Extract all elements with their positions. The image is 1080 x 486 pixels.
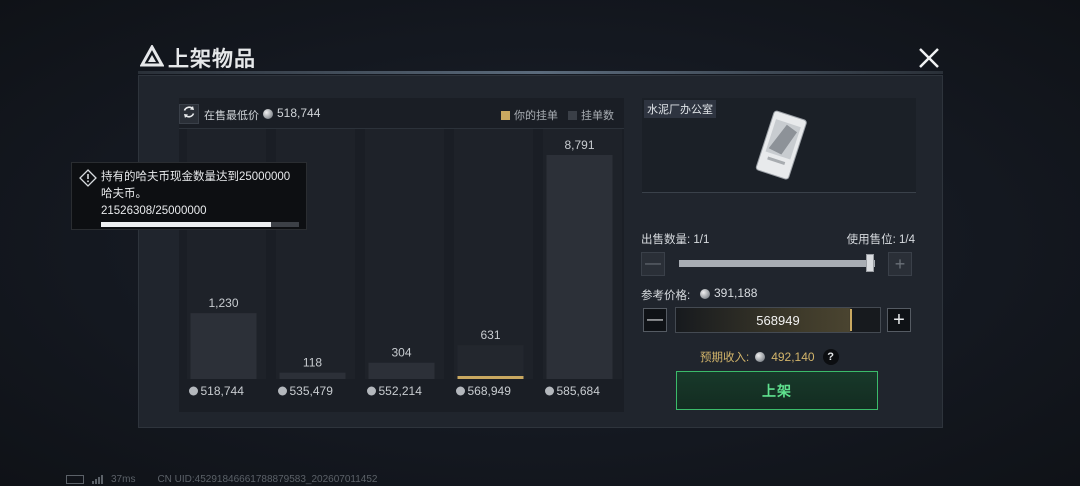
tooltip-progress-text: 21526308/25000000 xyxy=(101,205,207,217)
warning-diamond-icon xyxy=(79,169,97,192)
quantity-slider-track[interactable] xyxy=(679,260,875,267)
quantity-minus-button[interactable]: — xyxy=(641,252,665,276)
achievement-tooltip: 持有的哈夫币现金数量达到25000000 哈夫币。 21526308/25000… xyxy=(71,162,307,230)
plus-icon: + xyxy=(894,253,906,274)
quantity-slider-fill xyxy=(679,260,875,267)
uid-text: CN UID:45291846661788879583_202607011452 xyxy=(157,474,378,485)
tooltip-text-line1: 持有的哈夫币现金数量达到25000000 xyxy=(101,171,291,183)
price-input-caret xyxy=(850,309,852,331)
tooltip-progress-bar xyxy=(101,222,299,227)
price-minus-button[interactable]: — xyxy=(643,308,667,332)
expected-income-value: 492,140 xyxy=(771,350,815,364)
reference-price-amount: 391,188 xyxy=(714,286,758,300)
reference-price-value: 391,188 xyxy=(700,286,757,300)
minus-icon: — xyxy=(645,255,661,272)
coin-icon xyxy=(755,352,766,362)
reference-price-label: 参考价格: xyxy=(641,290,691,302)
help-icon[interactable]: ? xyxy=(822,349,839,365)
status-bar: 37ms CN UID:45291846661788879583_2026070… xyxy=(66,474,377,485)
battery-icon xyxy=(66,475,84,484)
list-item-button[interactable]: 上架 xyxy=(676,371,878,410)
quantity-plus-button[interactable]: + xyxy=(888,252,912,276)
ping-text: 37ms xyxy=(111,474,136,485)
expected-income-label: 预期收入: xyxy=(700,352,750,364)
expected-income: 预期收入: 492,140 ? xyxy=(700,349,839,365)
quantity-slider-handle[interactable] xyxy=(866,254,874,272)
signal-icon xyxy=(92,475,103,484)
plus-icon: + xyxy=(893,308,905,331)
price-plus-button[interactable]: + xyxy=(887,308,911,332)
tooltip-progress-fill xyxy=(101,222,272,227)
tooltip-text-line2: 哈夫币。 xyxy=(101,188,147,200)
coin-icon xyxy=(700,288,710,299)
sell-quantity-label: 出售数量: 1/1 xyxy=(641,234,710,246)
slots-used-label: 使用售位: 1/4 xyxy=(846,234,915,246)
controls-layer: 出售数量: 1/1 使用售位: 1/4 — + 参考价格: 391,188 — … xyxy=(138,41,943,428)
minus-icon: — xyxy=(647,311,663,328)
